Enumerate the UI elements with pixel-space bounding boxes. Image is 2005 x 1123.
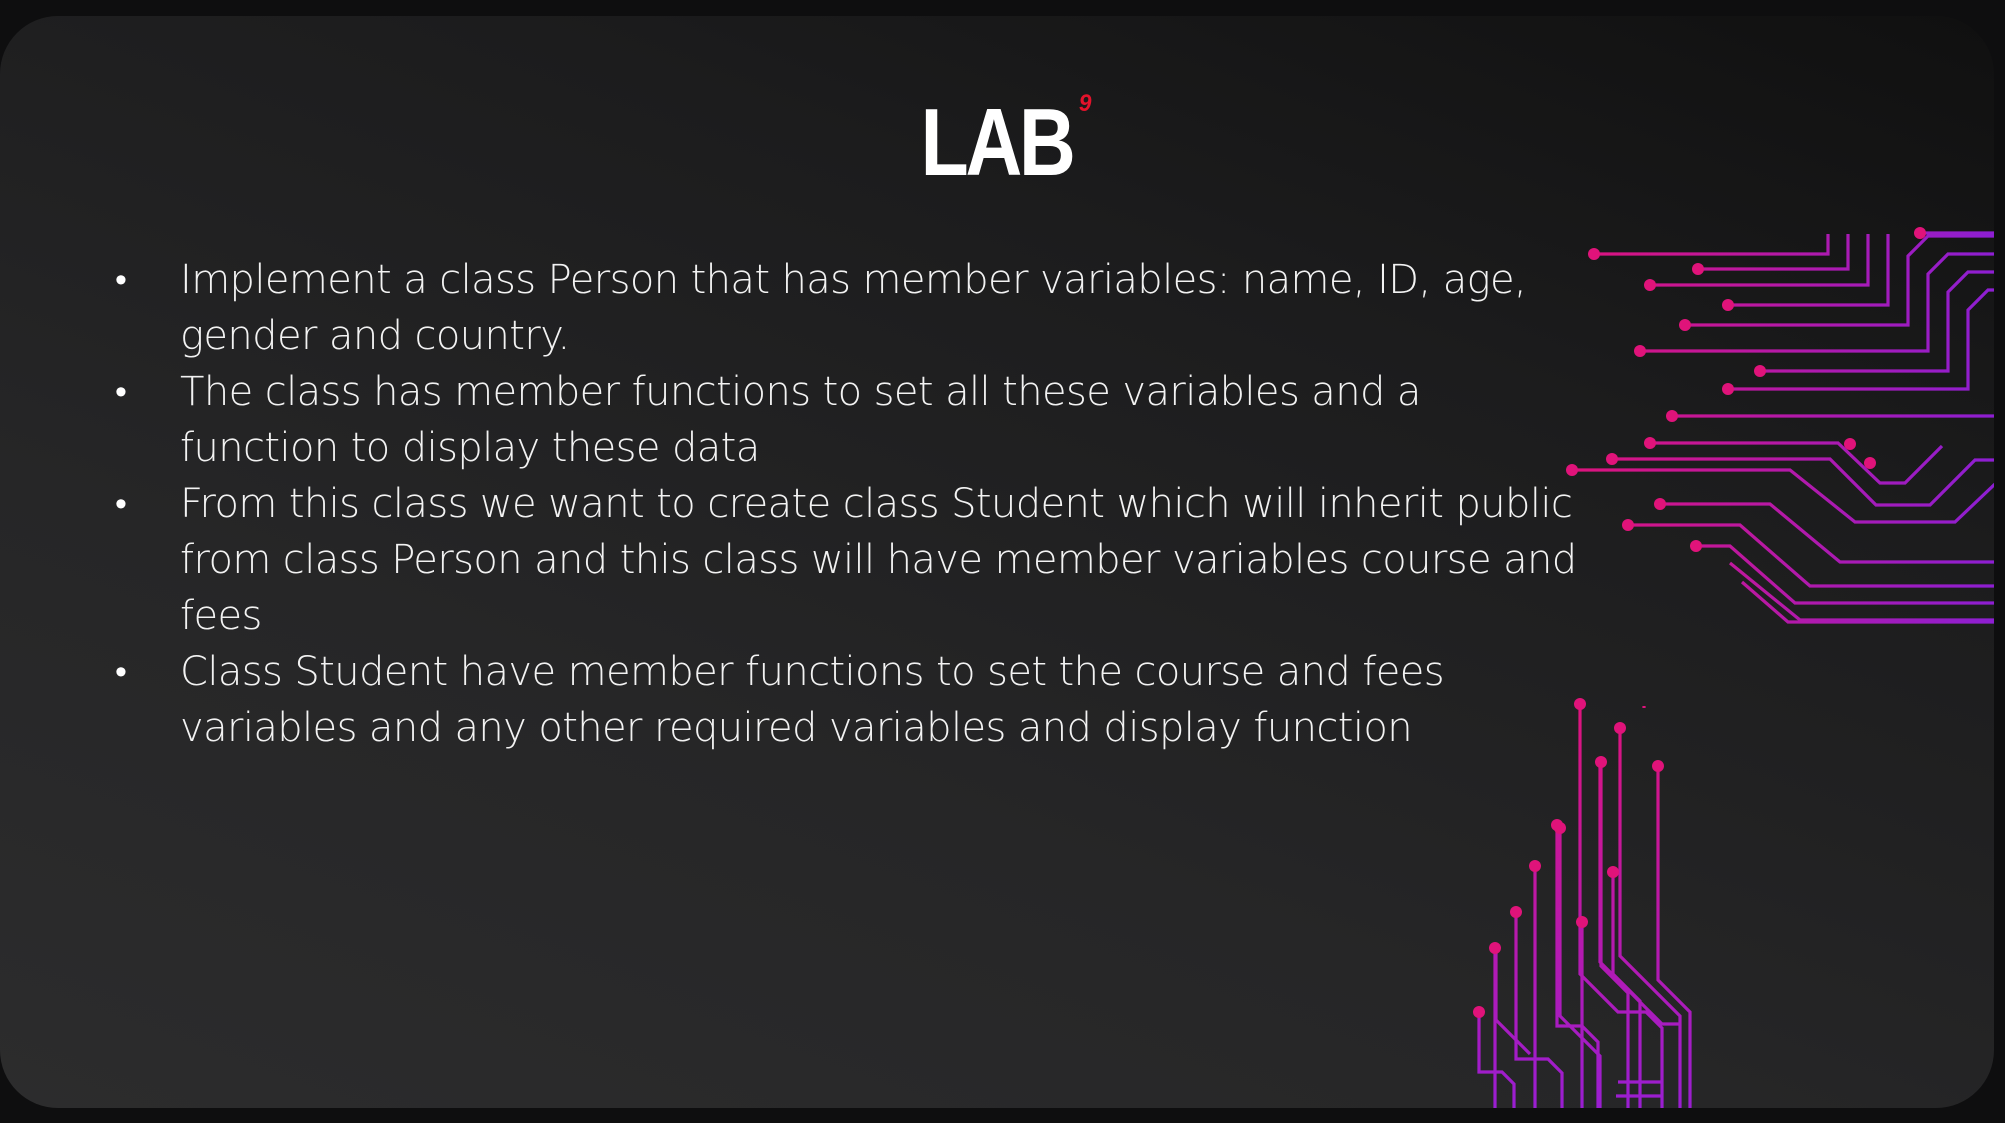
slide: LAB 9 • Implement a class Person that ha… <box>0 16 1994 1108</box>
right-circuit-traces <box>1572 231 1994 624</box>
circuit-decoration-icon <box>1473 227 1994 1108</box>
